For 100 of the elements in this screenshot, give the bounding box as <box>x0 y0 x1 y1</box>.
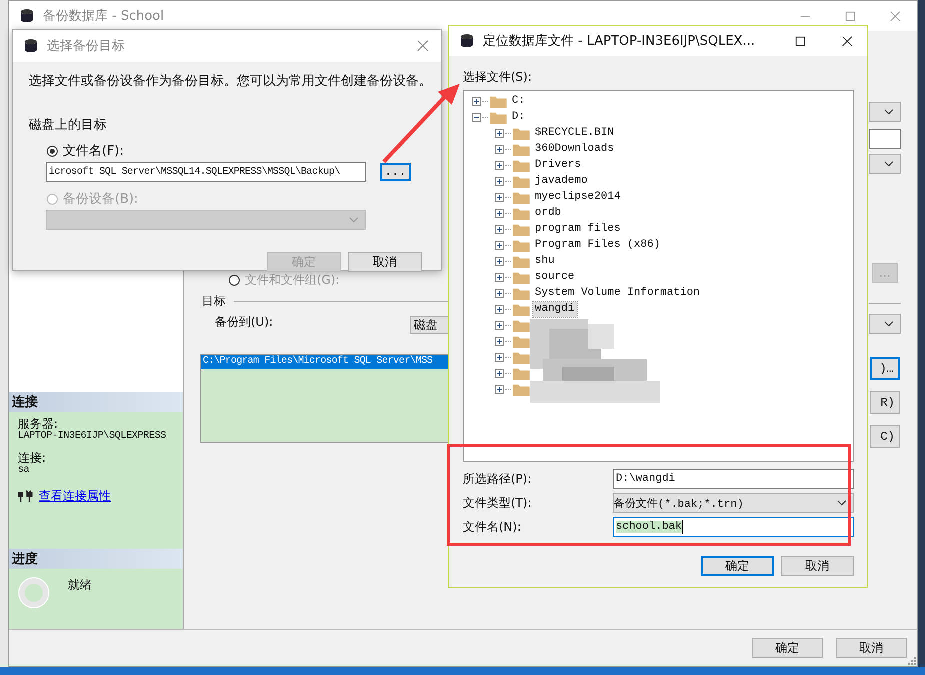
radio-button[interactable] <box>47 146 58 156</box>
server-label: 服务器: <box>18 418 58 431</box>
description: 选择文件或备份设备作为备份目标。您可以为常用文件创建备份设备。 <box>29 73 432 90</box>
destination-path[interactable]: C:\Program Files\Microsoft SQL Server\MSS <box>201 355 449 369</box>
window-title: 备份数据库 - School <box>43 8 164 25</box>
file-name-field[interactable]: school.bak <box>613 517 854 537</box>
folder-icon <box>513 190 530 204</box>
maximize-icon[interactable] <box>795 36 806 46</box>
path-field[interactable]: D:\wangdi <box>613 469 854 489</box>
connection-icon <box>18 490 33 503</box>
radio-button[interactable] <box>229 275 240 286</box>
folder-name[interactable]: $RECYCLE.BIN <box>533 126 616 140</box>
file-type-combo[interactable]: 备份文件(*.bak;*.trn) <box>613 493 854 513</box>
name-label: 文件名(N): <box>463 518 522 536</box>
expand-icon[interactable] <box>495 208 504 218</box>
dialog-button[interactable]: 取消 <box>781 556 854 576</box>
side-button[interactable]: )… <box>870 357 900 380</box>
side-button[interactable]: R) <box>870 391 900 414</box>
expand-icon[interactable] <box>495 336 504 346</box>
browse-button[interactable]: ... <box>380 163 411 181</box>
expand-icon[interactable] <box>495 128 504 138</box>
expand-icon[interactable] <box>495 240 504 250</box>
folder-name[interactable]: System Volume Information <box>533 286 702 300</box>
folder-icon <box>490 110 507 124</box>
database-icon <box>19 8 35 24</box>
dialog-title: 选择备份目标 <box>47 38 125 55</box>
close-icon[interactable] <box>842 36 853 46</box>
group-heading: 目标 <box>202 293 226 310</box>
folder-icon <box>490 94 507 108</box>
database-icon <box>459 33 475 49</box>
collapse-icon[interactable] <box>472 112 481 122</box>
folder-icon <box>513 318 530 332</box>
folder-icon <box>513 302 530 316</box>
expand-icon[interactable] <box>495 368 504 378</box>
folder-icon <box>513 222 530 236</box>
radio-label: 备份设备(B): <box>63 191 138 208</box>
resize-grip-icon[interactable] <box>908 657 916 665</box>
folder-icon <box>513 158 530 172</box>
destination-combo[interactable]: 磁盘 <box>410 316 449 334</box>
backup-to-label: 备份到(U): <box>215 314 274 331</box>
folder-name[interactable]: source <box>533 270 577 284</box>
destination-list[interactable]: C:\Program Files\Microsoft SQL Server\MSS <box>200 354 449 443</box>
group-label: 磁盘上的目标 <box>29 117 107 134</box>
expand-icon[interactable] <box>495 192 504 202</box>
dialog-title: 定位数据库文件 - LAPTOP-IN3E6IJP\SQLEX... <box>483 33 756 50</box>
radio-label: 文件和文件组(G): <box>245 272 340 289</box>
expand-icon[interactable] <box>495 320 504 330</box>
folder-name[interactable]: wangdi <box>533 302 577 316</box>
expand-icon[interactable] <box>495 176 504 186</box>
login-name: sa <box>18 465 30 476</box>
folder-name[interactable]: 360Downloads <box>533 142 616 156</box>
folder-icon <box>513 238 530 252</box>
login-label: 连接: <box>18 452 48 465</box>
folder-name[interactable]: D: <box>510 110 528 124</box>
server-name: LAPTOP-IN3E6IJP\SQLEXPRESS <box>18 431 168 442</box>
folder-icon <box>513 270 530 284</box>
expand-icon[interactable] <box>495 256 504 266</box>
folder-icon <box>513 286 530 300</box>
dialog-button[interactable]: 取消 <box>348 252 422 272</box>
side-button[interactable]: C) <box>870 425 900 448</box>
dialog-button[interactable]: 确定 <box>752 638 823 658</box>
dialog-button[interactable]: 取消 <box>836 638 907 658</box>
folder-name[interactable]: javademo <box>533 174 590 188</box>
folder-icon <box>513 350 530 364</box>
expand-icon[interactable] <box>495 352 504 362</box>
expand-icon[interactable] <box>495 144 504 154</box>
folder-icon <box>513 382 530 396</box>
chevron-icon <box>837 500 847 506</box>
folder-name[interactable]: Drivers <box>533 158 584 172</box>
folder-icon <box>513 254 530 268</box>
section-title: 连接 <box>12 394 38 411</box>
database-icon <box>23 38 39 54</box>
folder-name[interactable]: program files <box>533 222 623 236</box>
folder-name[interactable]: C: <box>510 94 528 108</box>
folder-name[interactable]: Program Files (x86) <box>533 238 662 252</box>
expand-icon[interactable] <box>495 224 504 234</box>
chevron-icon <box>349 217 359 223</box>
expand-icon[interactable] <box>495 160 504 170</box>
connection-properties-link[interactable]: 查看连接属性 <box>39 488 111 505</box>
expand-icon[interactable] <box>495 384 504 394</box>
chevron-icon <box>884 321 894 327</box>
file-name-field[interactable]: icrosoft SQL Server\MSSQL14.SQLEXPRESS\MSSQL\Backup\ <box>46 162 366 182</box>
folder-icon <box>513 174 530 188</box>
folder-icon <box>513 206 530 220</box>
folder-icon <box>513 142 530 156</box>
folder-tree[interactable]: C: D: $RECYCLE.BIN 360Downloads Drivers javademo myeclipse2014 ordb program files Program Files (x86) shu source System Volume Information wangdi <box>463 90 854 462</box>
expand-icon[interactable] <box>472 96 481 106</box>
expand-icon[interactable] <box>495 288 504 298</box>
expand-icon[interactable] <box>495 272 504 282</box>
folder-icon <box>513 126 530 140</box>
folder-name[interactable]: ordb <box>533 206 564 220</box>
text-field[interactable] <box>869 129 901 149</box>
folder-name[interactable]: myeclipse2014 <box>533 190 623 204</box>
folder-name[interactable]: shu <box>533 254 557 268</box>
dialog-button[interactable]: 确定 <box>701 556 774 576</box>
chevron-icon <box>884 109 894 115</box>
progress-ring-icon <box>18 577 50 609</box>
tree-label: 选择文件(S): <box>463 69 534 86</box>
expand-icon[interactable] <box>495 304 504 314</box>
section-title: 进度 <box>12 550 38 568</box>
